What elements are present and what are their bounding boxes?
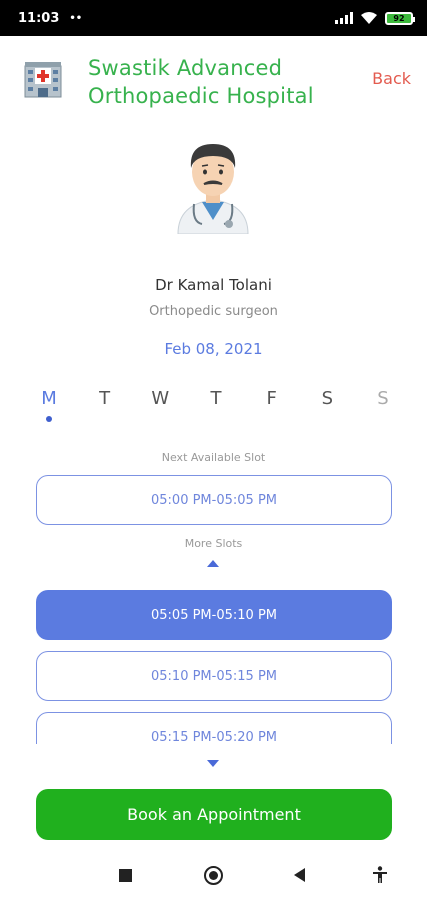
slot-button[interactable]: 05:15 PM-05:20 PM: [36, 712, 392, 744]
slot-button[interactable]: 05:10 PM-05:15 PM: [36, 651, 392, 701]
day-label: S: [321, 388, 333, 409]
status-bar: 11:03 •• 92: [0, 0, 427, 36]
day-label: S: [377, 388, 389, 409]
back-nav-icon[interactable]: [294, 868, 305, 882]
battery-icon: 92: [385, 11, 415, 25]
more-slots-label: More Slots: [184, 537, 243, 550]
status-time: 11:03: [18, 10, 60, 26]
day-label: T: [99, 388, 111, 409]
day-monday[interactable]: M: [34, 388, 64, 422]
hospital-icon: [24, 62, 62, 98]
doctor-avatar-icon: [177, 144, 249, 234]
day-friday[interactable]: F: [257, 388, 287, 409]
day-tuesday[interactable]: T: [90, 388, 120, 409]
day-sunday[interactable]: S: [368, 388, 398, 409]
doctor-name: Dr Kamal Tolani: [155, 276, 272, 294]
day-saturday[interactable]: S: [312, 388, 342, 409]
next-slot-button[interactable]: 05:00 PM-05:05 PM: [36, 475, 392, 525]
hospital-name: Swastik Advanced Orthopaedic Hospital: [88, 56, 314, 108]
day-label: M: [41, 388, 57, 409]
wifi-icon: [361, 12, 377, 24]
back-button[interactable]: Back: [372, 69, 411, 88]
selected-day-dot: [46, 416, 52, 422]
recents-icon[interactable]: [119, 869, 132, 882]
scroll-up-icon[interactable]: [207, 560, 219, 567]
home-icon[interactable]: [204, 866, 223, 885]
day-thursday[interactable]: T: [201, 388, 231, 409]
day-label: T: [210, 388, 222, 409]
selected-date[interactable]: Feb 08, 2021: [0, 340, 427, 358]
next-slot-label: Next Available Slot: [161, 451, 266, 464]
day-label: W: [151, 388, 170, 409]
day-wednesday[interactable]: W: [145, 388, 175, 409]
signal-icon: [335, 12, 353, 24]
doctor-role: Orthopedic surgeon: [149, 304, 278, 319]
day-selector: M T W T F S S: [34, 388, 398, 422]
system-nav-bar: [0, 850, 427, 900]
book-appointment-button[interactable]: Book an Appointment: [36, 789, 392, 840]
slot-list[interactable]: 05:05 PM-05:10 PM 05:10 PM-05:15 PM 05:1…: [0, 580, 427, 744]
slot-button-selected[interactable]: 05:05 PM-05:10 PM: [36, 590, 392, 640]
battery-level: 92: [393, 13, 405, 23]
day-label: F: [266, 388, 277, 409]
scroll-down-icon[interactable]: [207, 760, 219, 767]
notification-dots: ••: [69, 12, 83, 24]
accessibility-icon[interactable]: [373, 866, 387, 884]
